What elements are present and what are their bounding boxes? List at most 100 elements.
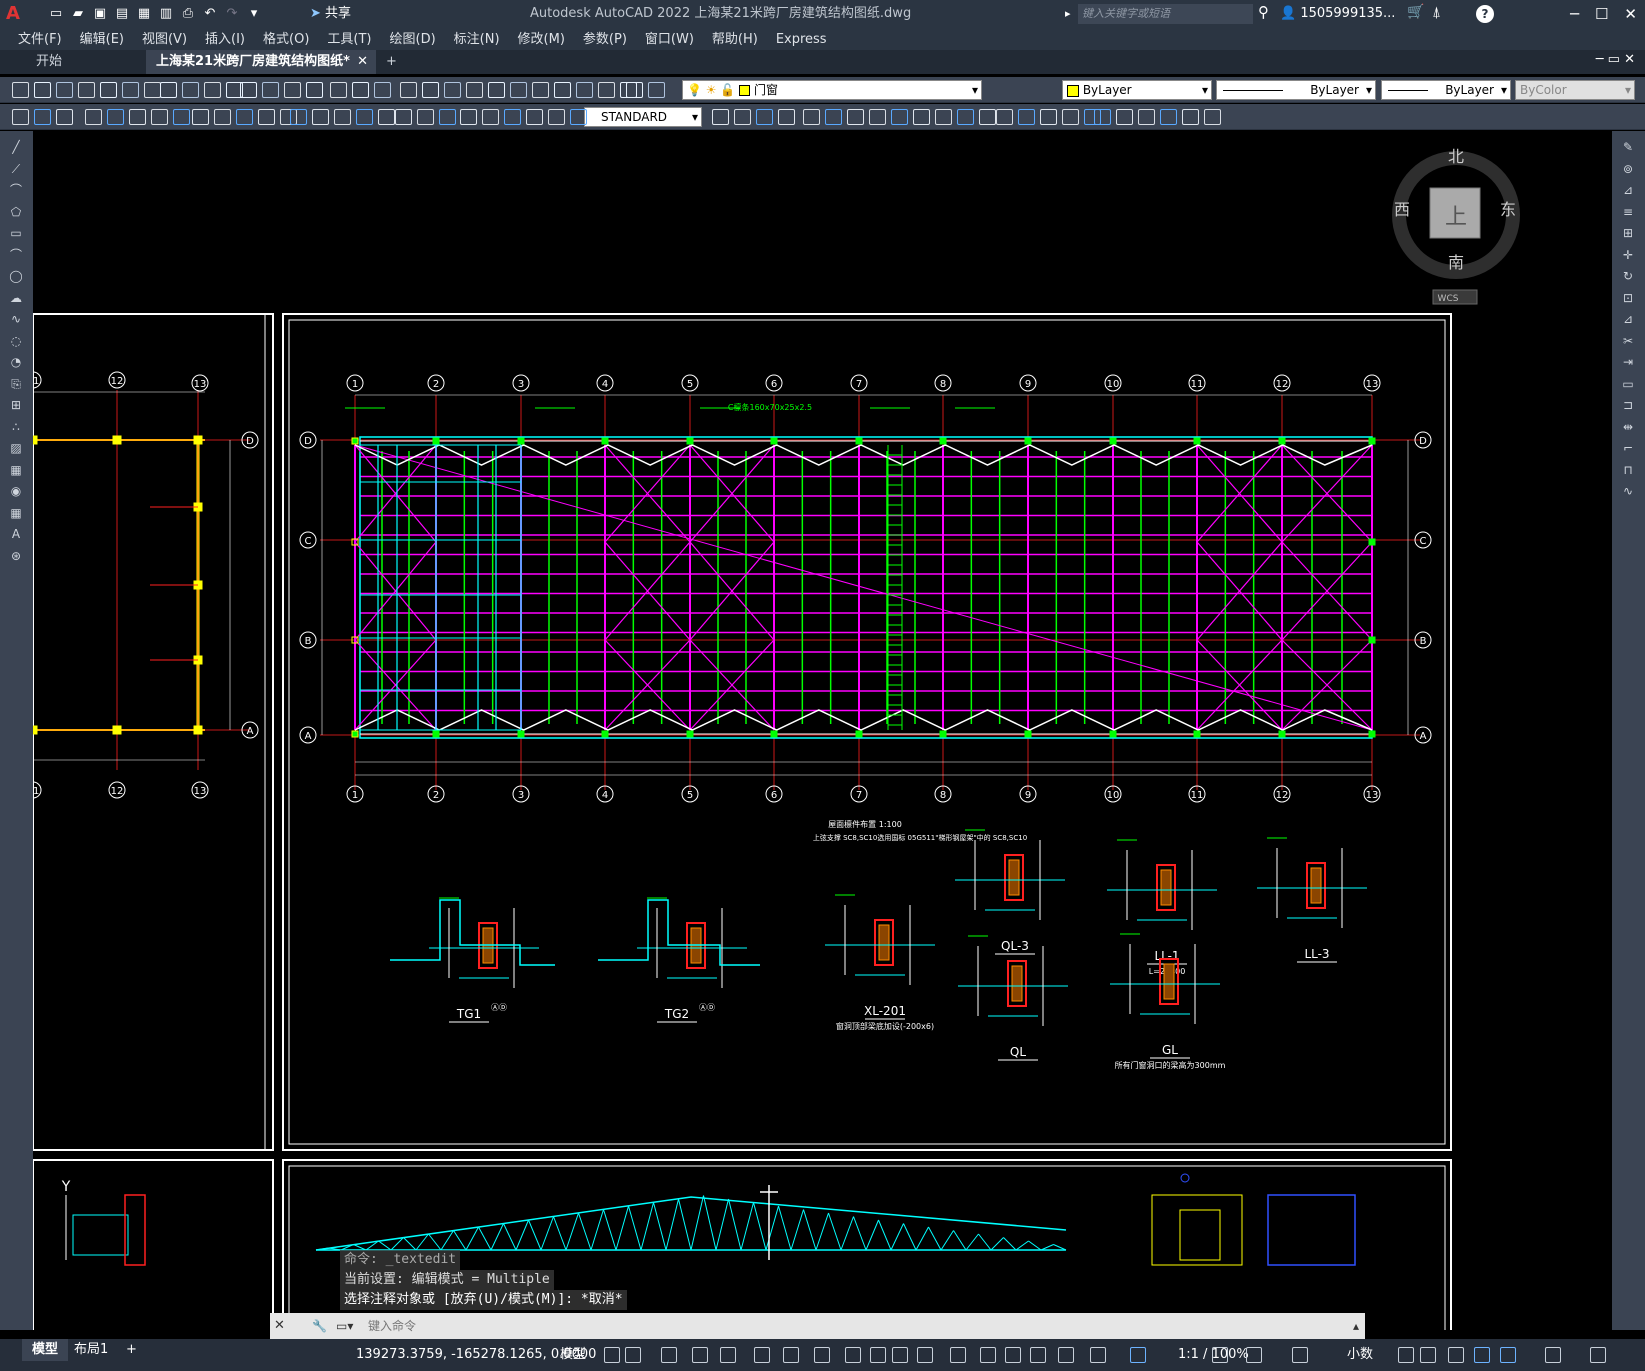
toolbar-tool-icon[interactable] — [330, 82, 347, 98]
status-toggle-icon[interactable] — [1590, 1347, 1606, 1363]
toolbar-tool-icon[interactable] — [12, 109, 29, 125]
toolbar-tool-icon[interactable] — [803, 109, 820, 125]
modify-tool-icon[interactable]: ≡ — [1620, 204, 1636, 220]
toolbar-tool-icon[interactable] — [510, 82, 527, 98]
modify-tool-icon[interactable]: ↻ — [1620, 268, 1636, 284]
modify-tool-icon[interactable]: ⊓ — [1620, 462, 1636, 478]
import-icon[interactable]: ▥ — [156, 4, 176, 24]
status-toggle-icon[interactable] — [1420, 1347, 1436, 1363]
menu-item-7[interactable]: 标注(N) — [454, 32, 500, 47]
toolbar-tool-icon[interactable] — [1094, 109, 1111, 125]
toolbar-tool-icon[interactable] — [466, 82, 483, 98]
toolbar-tool-icon[interactable] — [570, 109, 587, 125]
menu-item-4[interactable]: 格式(O) — [263, 32, 309, 47]
toolbar-tool-icon[interactable] — [312, 109, 329, 125]
toolbar-tool-icon[interactable] — [374, 82, 391, 98]
modify-tool-icon[interactable]: ▭ — [1620, 376, 1636, 392]
toolbar-tool-icon[interactable] — [734, 109, 751, 125]
close-button[interactable]: ✕ — [1624, 0, 1637, 28]
autocad-logo[interactable]: A — [6, 2, 36, 26]
cart-icon[interactable]: 🛒 — [1407, 4, 1424, 20]
toolbar-tool-icon[interactable] — [439, 109, 456, 125]
search-input[interactable]: 键入关键字或短语 — [1078, 4, 1253, 24]
draw-tool-icon[interactable]: ∴ — [8, 419, 24, 435]
toolbar-tool-icon[interactable] — [778, 109, 795, 125]
status-toggle-icon[interactable] — [1246, 1347, 1262, 1363]
toolbar-tool-icon[interactable] — [129, 109, 146, 125]
modify-tool-icon[interactable]: ✎ — [1620, 139, 1636, 155]
tab-start[interactable]: 开始 — [26, 50, 72, 74]
menu-item-2[interactable]: 视图(V) — [142, 32, 187, 47]
status-toggle-icon[interactable] — [1474, 1347, 1490, 1363]
units-readout[interactable]: 小数 — [1347, 1339, 1373, 1371]
status-toggle-icon[interactable] — [980, 1347, 996, 1363]
tab-close-icon[interactable]: ✕ — [357, 50, 368, 74]
toolbar-tool-icon[interactable] — [306, 82, 323, 98]
toolbar-tool-icon[interactable] — [182, 82, 199, 98]
status-toggle-icon[interactable] — [1130, 1347, 1146, 1363]
toolbar-tool-icon[interactable] — [395, 109, 412, 125]
status-toggle-icon[interactable] — [1398, 1347, 1414, 1363]
autodesk-a-icon[interactable]: ⍋ — [1432, 3, 1441, 21]
menu-item-10[interactable]: 窗口(W) — [645, 32, 694, 47]
toolbar-tool-icon[interactable] — [1182, 109, 1199, 125]
toolbar-tool-icon[interactable] — [1018, 109, 1035, 125]
menu-item-5[interactable]: 工具(T) — [327, 32, 371, 47]
toolbar-tool-icon[interactable] — [214, 109, 231, 125]
toolbar-tool-icon[interactable] — [891, 109, 908, 125]
command-input[interactable]: 键入命令 — [368, 1313, 1328, 1339]
status-toggle-icon[interactable] — [870, 1347, 886, 1363]
toolbar-tool-icon[interactable] — [598, 82, 615, 98]
status-toggle-icon[interactable] — [1005, 1347, 1021, 1363]
toolbar-tool-icon[interactable] — [648, 82, 665, 98]
new-icon[interactable]: ▭ — [46, 4, 66, 24]
undo-icon[interactable]: ↶ — [200, 4, 220, 24]
draw-tool-icon[interactable]: ⟋ — [8, 161, 24, 177]
menu-item-11[interactable]: 帮助(H) — [712, 32, 758, 47]
status-toggle-icon[interactable] — [783, 1347, 799, 1363]
menu-item-6[interactable]: 绘图(D) — [390, 32, 436, 47]
layer-dropdown[interactable]: 💡 ☀ 🔓 门窗 ▾ — [682, 80, 982, 100]
modify-tool-icon[interactable]: ⌐ — [1620, 440, 1636, 456]
redo-icon[interactable]: ↷ — [222, 4, 242, 24]
linetype-dropdown[interactable]: ByLayer ▾ — [1216, 80, 1376, 100]
toolbar-tool-icon[interactable] — [290, 109, 307, 125]
toolbar-tool-icon[interactable] — [284, 82, 301, 98]
command-prompt-icon[interactable]: ▭▾ — [336, 1313, 353, 1339]
status-toggle-icon[interactable] — [720, 1347, 736, 1363]
modify-tool-icon[interactable]: ⊿ — [1620, 182, 1636, 198]
toolbar-tool-icon[interactable] — [78, 82, 95, 98]
maximize-button[interactable]: ☐ — [1595, 0, 1608, 28]
draw-tool-icon[interactable]: ☁ — [8, 290, 24, 306]
status-toggle-icon[interactable] — [845, 1347, 861, 1363]
modify-tool-icon[interactable]: ⇥ — [1620, 354, 1636, 370]
status-toggle-icon[interactable] — [892, 1347, 908, 1363]
draw-tool-icon[interactable]: ⌒ — [8, 182, 24, 198]
menu-item-9[interactable]: 参数(P) — [583, 32, 627, 47]
model-space-toggle[interactable]: 模型 — [560, 1339, 586, 1371]
status-toggle-icon[interactable] — [1448, 1347, 1464, 1363]
status-toggle-icon[interactable] — [1030, 1347, 1046, 1363]
toolbar-tool-icon[interactable] — [12, 82, 29, 98]
toolbar-tool-icon[interactable] — [488, 82, 505, 98]
toolbar-tool-icon[interactable] — [422, 82, 439, 98]
toolbar-tool-icon[interactable] — [482, 109, 499, 125]
share-button[interactable]: ➤ 共享 — [310, 4, 351, 24]
menu-item-8[interactable]: 修改(M) — [518, 32, 565, 47]
status-toggle-icon[interactable] — [1500, 1347, 1516, 1363]
open-icon[interactable]: ▰ — [68, 4, 88, 24]
cad-drawing[interactable]: C檩条160x70x25x2.5112233445566778899101011… — [33, 131, 1612, 1330]
toolbar-tool-icon[interactable] — [240, 82, 257, 98]
toolbar-tool-icon[interactable] — [173, 109, 190, 125]
toolbar-tool-icon[interactable] — [526, 109, 543, 125]
toolbar-tool-icon[interactable] — [56, 109, 73, 125]
toolbar-tool-icon[interactable] — [847, 109, 864, 125]
modify-tool-icon[interactable]: ⊡ — [1620, 290, 1636, 306]
status-toggle-icon[interactable] — [661, 1347, 677, 1363]
save-icon[interactable]: ▣ — [90, 4, 110, 24]
toolbar-tool-icon[interactable] — [548, 109, 565, 125]
toolbar-tool-icon[interactable] — [444, 82, 461, 98]
toolbar-tool-icon[interactable] — [236, 109, 253, 125]
modify-tool-icon[interactable]: ⊐ — [1620, 397, 1636, 413]
status-toggle-icon[interactable] — [1292, 1347, 1308, 1363]
